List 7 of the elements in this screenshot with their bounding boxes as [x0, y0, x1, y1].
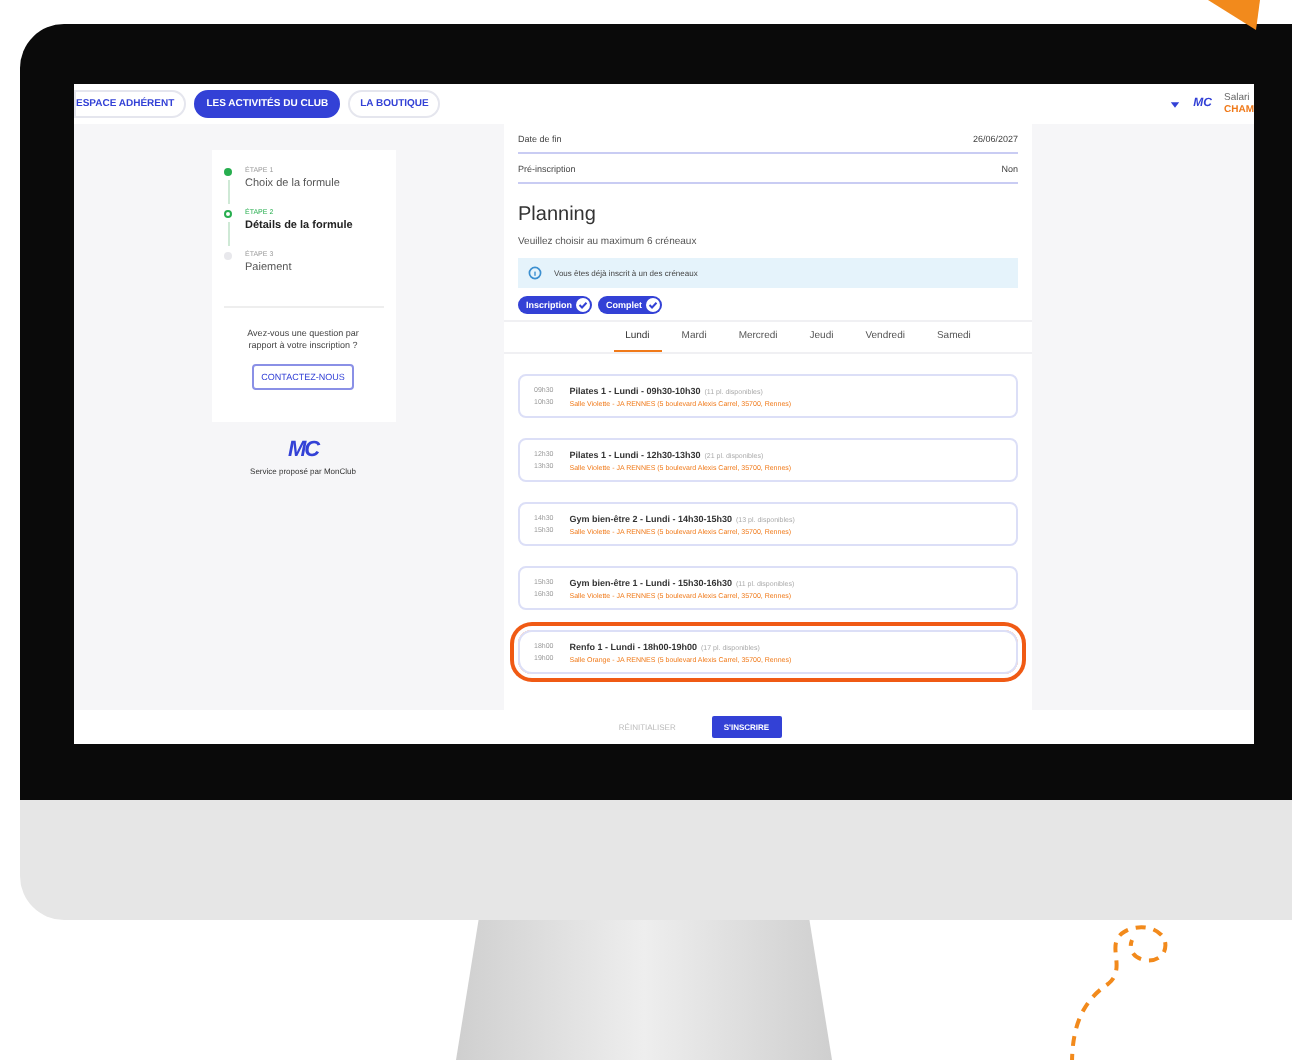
info-icon — [528, 266, 542, 280]
triangle-decoration — [1204, 0, 1264, 32]
chevron-down-icon[interactable] — [1167, 97, 1182, 111]
club-logo: MC — [287, 438, 319, 462]
check-icon — [646, 298, 661, 312]
section-title: Planning — [518, 204, 598, 226]
check-icon — [576, 298, 591, 312]
